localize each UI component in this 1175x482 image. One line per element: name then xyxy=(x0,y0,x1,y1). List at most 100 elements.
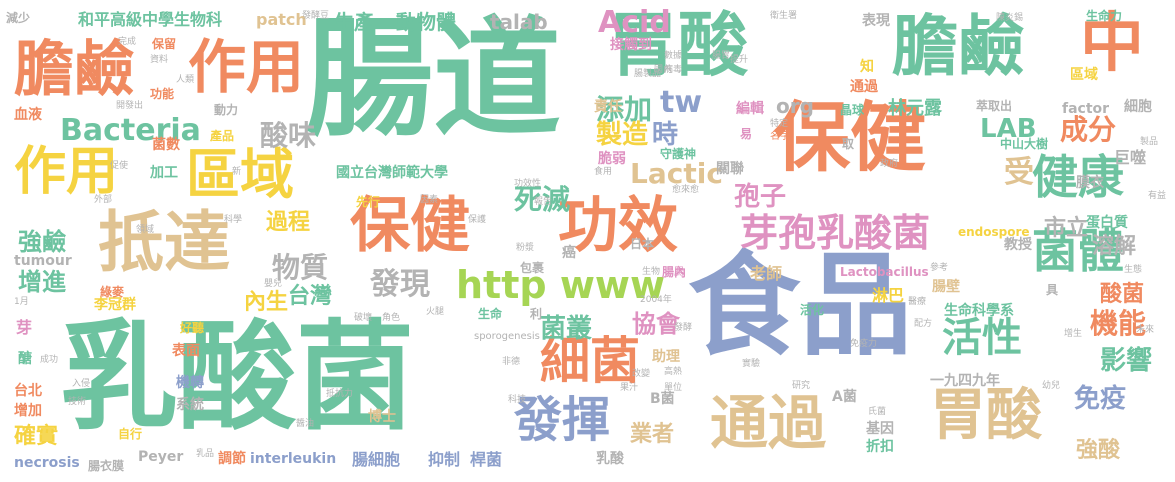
word: 配方 xyxy=(914,319,933,329)
word: 通過 xyxy=(850,79,878,95)
word: 血液 xyxy=(14,107,42,123)
word: 好聽 xyxy=(180,321,205,335)
word: 加工 xyxy=(150,165,178,181)
word: 科學 xyxy=(224,215,243,225)
word: 系統 xyxy=(176,397,204,413)
word: 抵達 xyxy=(98,204,230,281)
word: http www xyxy=(456,263,666,307)
word: 粉漿 xyxy=(516,243,535,253)
word: 台灣 xyxy=(288,284,333,309)
word: 林元露 xyxy=(888,98,942,119)
word: 抵抗力 xyxy=(326,389,354,399)
word: 確實 xyxy=(14,424,59,449)
word: 一九四九年 xyxy=(930,373,1000,389)
word: talab xyxy=(490,10,548,34)
word: 蛋白質 xyxy=(1086,215,1128,231)
word: 增進 xyxy=(18,268,66,296)
word: 數據 xyxy=(664,51,683,61)
word: 發酵 xyxy=(674,323,693,333)
word: 先行 xyxy=(356,195,381,209)
word: 幼兒 xyxy=(1042,381,1061,391)
word: 功效性 xyxy=(514,179,542,189)
word: 腸道 xyxy=(305,5,562,154)
word: 製品 xyxy=(1140,137,1159,147)
word: 破壞 xyxy=(354,313,373,323)
word: 菌數 xyxy=(152,137,180,153)
word: factor xyxy=(1062,101,1110,117)
word: 外部 xyxy=(94,195,113,205)
word: 成分 xyxy=(1060,113,1117,146)
word: 膽鹼 xyxy=(892,8,1024,85)
word: 促使 xyxy=(110,161,129,171)
word: 資料 xyxy=(150,55,169,65)
word: A菌 xyxy=(832,389,857,405)
word: 知 xyxy=(860,59,874,75)
word: Acid xyxy=(598,5,671,40)
word: 乳酸 xyxy=(596,451,624,467)
word: 作用 xyxy=(188,33,305,101)
word: 免疫 xyxy=(1074,384,1127,414)
word: 1月 xyxy=(14,297,29,307)
word: 芽 xyxy=(16,318,33,337)
word: 衛生署 xyxy=(770,11,798,21)
word: 研究 xyxy=(792,381,811,391)
word: 醣 xyxy=(18,351,32,367)
word: 免疫力 xyxy=(850,339,878,349)
word: 和平高級中學生物科 xyxy=(78,10,223,29)
word: 減少 xyxy=(6,11,31,25)
word: 區域 xyxy=(1070,67,1098,83)
word: 成功 xyxy=(40,355,59,365)
word: 火腿 xyxy=(426,307,445,317)
word: 生命科學系 xyxy=(944,303,1014,319)
word: 腸胃 xyxy=(712,51,731,61)
word: 李冠群 xyxy=(94,297,136,313)
word: 動力 xyxy=(214,103,239,117)
word: 市立 xyxy=(1044,216,1089,241)
word: 強鹼 xyxy=(18,228,66,256)
word: 內生 xyxy=(244,290,289,315)
word: 製造 xyxy=(596,120,649,150)
word: 功效 xyxy=(558,191,678,261)
word: 發揮 xyxy=(514,392,611,448)
word: 氏菌 xyxy=(868,407,887,417)
word: 生物 xyxy=(642,267,661,277)
word: B菌 xyxy=(650,391,675,407)
word: 活性 xyxy=(942,315,1022,361)
word: 腸壁 xyxy=(932,279,960,295)
word: 教授 xyxy=(1004,237,1032,253)
word: 高熱 xyxy=(664,367,683,377)
word: 人類 xyxy=(176,75,195,85)
word: 通過 xyxy=(710,389,827,457)
word: 助理 xyxy=(652,349,680,365)
word: 折扣 xyxy=(866,439,894,455)
word: 完成 xyxy=(118,37,137,47)
word: patch xyxy=(256,10,307,29)
word: Lactic xyxy=(630,157,723,190)
word: 實驗 xyxy=(742,359,761,369)
word: 表面 xyxy=(172,343,200,359)
word: 具 xyxy=(1046,283,1059,297)
word: 有益 xyxy=(1148,191,1167,201)
word: 食用 xyxy=(594,167,613,177)
word: 開發出 xyxy=(116,101,144,111)
word: Peyer xyxy=(138,449,184,465)
word: 2004年 xyxy=(640,295,672,305)
word: 業者 xyxy=(630,422,675,447)
word: endospore xyxy=(958,225,1030,239)
word: 過程 xyxy=(266,210,311,235)
word: 角色 xyxy=(382,313,401,323)
word: 醫療 xyxy=(908,297,927,307)
word: 乳酸菌 xyxy=(60,308,415,446)
word: 發現 xyxy=(370,267,430,302)
word: 增加 xyxy=(14,403,42,419)
word: 調節 xyxy=(218,451,246,467)
word: 功能 xyxy=(150,87,175,101)
word: 強酸 xyxy=(1076,438,1121,463)
word: 老師 xyxy=(750,264,783,283)
word: 綠麥 xyxy=(100,285,125,299)
word: 取 xyxy=(842,137,855,151)
word: 膽鹼 xyxy=(14,35,134,105)
word: tw xyxy=(660,85,703,120)
word: 報告 xyxy=(534,197,553,207)
word: 陳炎錫 xyxy=(996,13,1024,23)
